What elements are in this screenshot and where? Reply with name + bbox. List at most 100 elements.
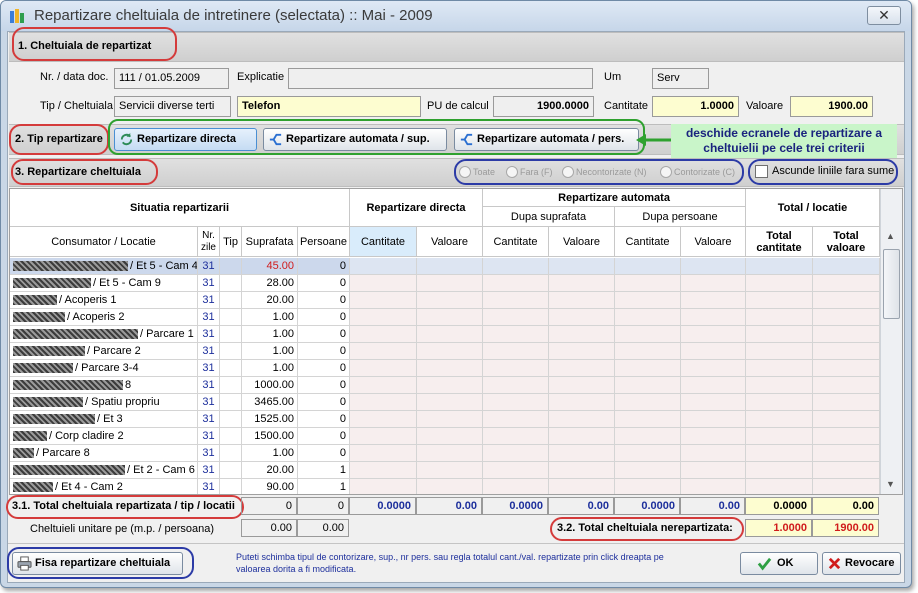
cell-sup[interactable]: 45.00	[242, 258, 298, 275]
cell-empty[interactable]	[813, 394, 880, 411]
cell-pers[interactable]: 1	[298, 462, 350, 479]
cell-empty[interactable]	[681, 309, 746, 326]
table-row[interactable]: / Et 5 - Cam 4 31 45.00 0	[10, 258, 880, 275]
cell-empty[interactable]	[483, 275, 549, 292]
cell-sup[interactable]: 90.00	[242, 479, 298, 494]
col-directa-valoare[interactable]: Valoare	[417, 227, 483, 257]
cell-empty[interactable]	[220, 258, 242, 275]
cell-empty[interactable]	[681, 292, 746, 309]
table-row[interactable]: / Parcare 8 31 1.00 0	[10, 445, 880, 462]
cell-empty[interactable]	[549, 275, 615, 292]
grid-scrollbar[interactable]: ▲ ▼	[880, 189, 902, 494]
cell-empty[interactable]	[350, 479, 417, 494]
col-sup-valoare[interactable]: Valoare	[549, 227, 615, 257]
cell-empty[interactable]	[813, 309, 880, 326]
cell-empty[interactable]	[549, 394, 615, 411]
cell-empty[interactable]	[483, 479, 549, 494]
table-row[interactable]: / Spatiu propriu 31 3465.00 0	[10, 394, 880, 411]
cell-zile[interactable]: 31	[198, 275, 220, 292]
cell-zile[interactable]: 31	[198, 360, 220, 377]
cell-empty[interactable]	[220, 479, 242, 494]
ok-button[interactable]: OK	[740, 552, 818, 575]
cell-empty[interactable]	[350, 326, 417, 343]
cell-zile[interactable]: 31	[198, 479, 220, 494]
cell-empty[interactable]	[746, 326, 813, 343]
cell-locatie[interactable]: / Spatiu propriu	[10, 394, 198, 411]
table-row[interactable]: / Et 4 - Cam 2 31 90.00 1	[10, 479, 880, 494]
cell-empty[interactable]	[417, 394, 483, 411]
cell-empty[interactable]	[350, 462, 417, 479]
cell-locatie[interactable]: / Corp cladire 2	[10, 428, 198, 445]
cell-locatie[interactable]: / Et 5 - Cam 4	[10, 258, 198, 275]
cell-empty[interactable]	[350, 309, 417, 326]
cell-empty[interactable]	[549, 462, 615, 479]
tip-field[interactable]: Servicii diverse terti	[114, 96, 231, 117]
table-row[interactable]: / Acoperis 1 31 20.00 0	[10, 292, 880, 309]
cell-pers[interactable]: 0	[298, 394, 350, 411]
cell-empty[interactable]	[220, 309, 242, 326]
cell-empty[interactable]	[681, 258, 746, 275]
cell-empty[interactable]	[615, 445, 681, 462]
close-button[interactable]: ✕	[867, 6, 901, 25]
cell-sup[interactable]: 1525.00	[242, 411, 298, 428]
cell-empty[interactable]	[615, 394, 681, 411]
cell-empty[interactable]	[350, 360, 417, 377]
cell-empty[interactable]	[813, 258, 880, 275]
cell-empty[interactable]	[681, 326, 746, 343]
cell-empty[interactable]	[746, 445, 813, 462]
cell-locatie[interactable]: / Parcare 3-4	[10, 360, 198, 377]
filter-necontorizate-radio[interactable]: Necontorizate (N)	[562, 166, 647, 178]
scroll-thumb[interactable]	[883, 249, 900, 319]
cell-empty[interactable]	[483, 309, 549, 326]
col-tip[interactable]: Tip	[220, 227, 242, 257]
cell-zile[interactable]: 31	[198, 394, 220, 411]
cell-empty[interactable]	[615, 258, 681, 275]
cell-sup[interactable]: 3465.00	[242, 394, 298, 411]
pu-field[interactable]: 1900.0000	[493, 96, 594, 117]
cell-empty[interactable]	[220, 462, 242, 479]
cell-locatie[interactable]: 8	[10, 377, 198, 394]
cell-empty[interactable]	[417, 326, 483, 343]
table-row[interactable]: / Corp cladire 2 31 1500.00 0	[10, 428, 880, 445]
cell-empty[interactable]	[549, 411, 615, 428]
cell-empty[interactable]	[813, 445, 880, 462]
filter-contorizate-radio[interactable]: Contorizate (C)	[660, 166, 735, 178]
cell-empty[interactable]	[681, 462, 746, 479]
cell-empty[interactable]	[483, 343, 549, 360]
cell-empty[interactable]	[220, 445, 242, 462]
cell-empty[interactable]	[350, 258, 417, 275]
cell-empty[interactable]	[681, 377, 746, 394]
cell-empty[interactable]	[681, 343, 746, 360]
cell-empty[interactable]	[746, 292, 813, 309]
cell-empty[interactable]	[746, 411, 813, 428]
cell-pers[interactable]: 1	[298, 479, 350, 494]
table-row[interactable]: / Et 3 31 1525.00 0	[10, 411, 880, 428]
cell-pers[interactable]: 0	[298, 275, 350, 292]
cell-empty[interactable]	[615, 462, 681, 479]
cell-empty[interactable]	[746, 258, 813, 275]
col-consumator[interactable]: Consumator / Locatie	[10, 227, 198, 257]
cell-empty[interactable]	[220, 326, 242, 343]
cell-empty[interactable]	[220, 343, 242, 360]
fisa-repartizare-button[interactable]: Fisa repartizare cheltuiala	[12, 552, 183, 575]
cell-empty[interactable]	[220, 292, 242, 309]
cell-empty[interactable]	[549, 343, 615, 360]
cell-empty[interactable]	[615, 343, 681, 360]
cell-pers[interactable]: 0	[298, 428, 350, 445]
cell-empty[interactable]	[681, 411, 746, 428]
cell-empty[interactable]	[549, 428, 615, 445]
cell-empty[interactable]	[746, 309, 813, 326]
cell-empty[interactable]	[813, 275, 880, 292]
cell-empty[interactable]	[549, 445, 615, 462]
cantitate-field[interactable]: 1.0000	[652, 96, 739, 117]
cell-empty[interactable]	[549, 377, 615, 394]
cell-empty[interactable]	[615, 360, 681, 377]
cell-empty[interactable]	[350, 275, 417, 292]
table-row[interactable]: / Parcare 1 31 1.00 0	[10, 326, 880, 343]
cell-empty[interactable]	[417, 258, 483, 275]
table-row[interactable]: / Parcare 3-4 31 1.00 0	[10, 360, 880, 377]
cell-empty[interactable]	[615, 292, 681, 309]
cell-empty[interactable]	[681, 394, 746, 411]
scroll-up-icon[interactable]: ▲	[886, 231, 895, 241]
cell-zile[interactable]: 31	[198, 445, 220, 462]
